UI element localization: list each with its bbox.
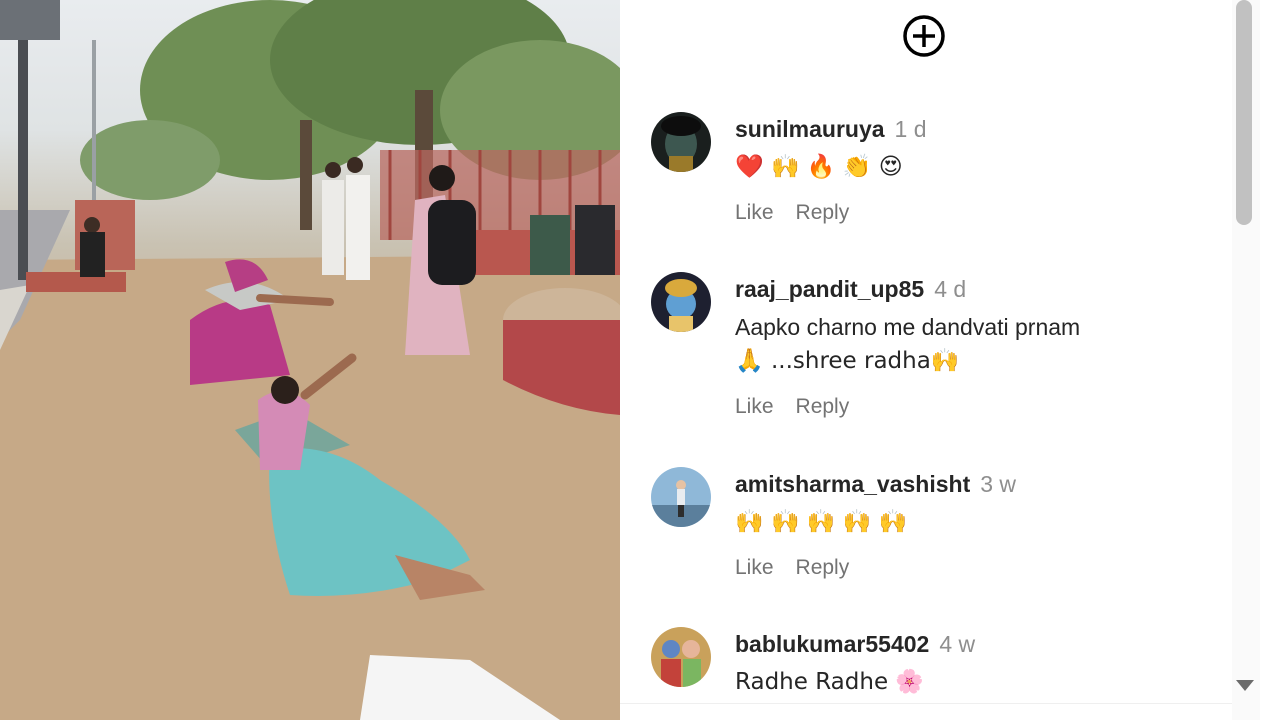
divider [620,703,1232,704]
post-photo [0,0,620,720]
avatar[interactable] [651,627,711,687]
post-media[interactable] [0,0,620,720]
like-button[interactable]: Like [735,201,774,224]
comment-username[interactable]: bablukumar55402 [735,631,929,657]
comment-username[interactable]: raaj_pandit_up85 [735,276,924,302]
chevron-down-icon[interactable] [1236,680,1254,691]
comment-time: 3 w [980,471,1017,497]
like-button[interactable]: Like [735,556,774,579]
reply-button[interactable]: Reply [796,395,850,418]
reply-button[interactable]: Reply [796,201,850,224]
avatar[interactable] [651,272,711,332]
comments-panel: sunilmauruya 1 d ❤️ 🙌 🔥 👏 😍 Like Reply raa… [620,0,1232,720]
comment-text: 🙌 🙌 🙌 🙌 🙌 [735,509,908,535]
comment-time: 1 d [894,116,927,142]
plus-circle-icon [903,15,945,57]
comment-time: 4 d [934,276,967,302]
add-comment-button[interactable] [902,14,946,58]
comment-text: ❤️ 🙌 🔥 👏 😍 [735,154,903,180]
comment-text: Aapko charno me dandvati prnam [735,314,1081,340]
like-button[interactable]: Like [735,395,774,418]
comment-username[interactable]: sunilmauruya [735,116,885,142]
window-edge [1260,0,1280,720]
comment-time: 4 w [939,631,976,657]
comment-username[interactable]: amitsharma_vashisht [735,471,970,497]
scrollbar-thumb[interactable] [1236,0,1252,225]
avatar[interactable] [651,112,711,172]
avatar[interactable] [651,467,711,527]
comment-text-line2: 🙏 ...shree radha🙌 [735,348,960,374]
scrollbar[interactable] [1232,0,1260,720]
comment-text: Radhe Radhe 🌸 [735,669,925,695]
reply-button[interactable]: Reply [796,556,850,579]
